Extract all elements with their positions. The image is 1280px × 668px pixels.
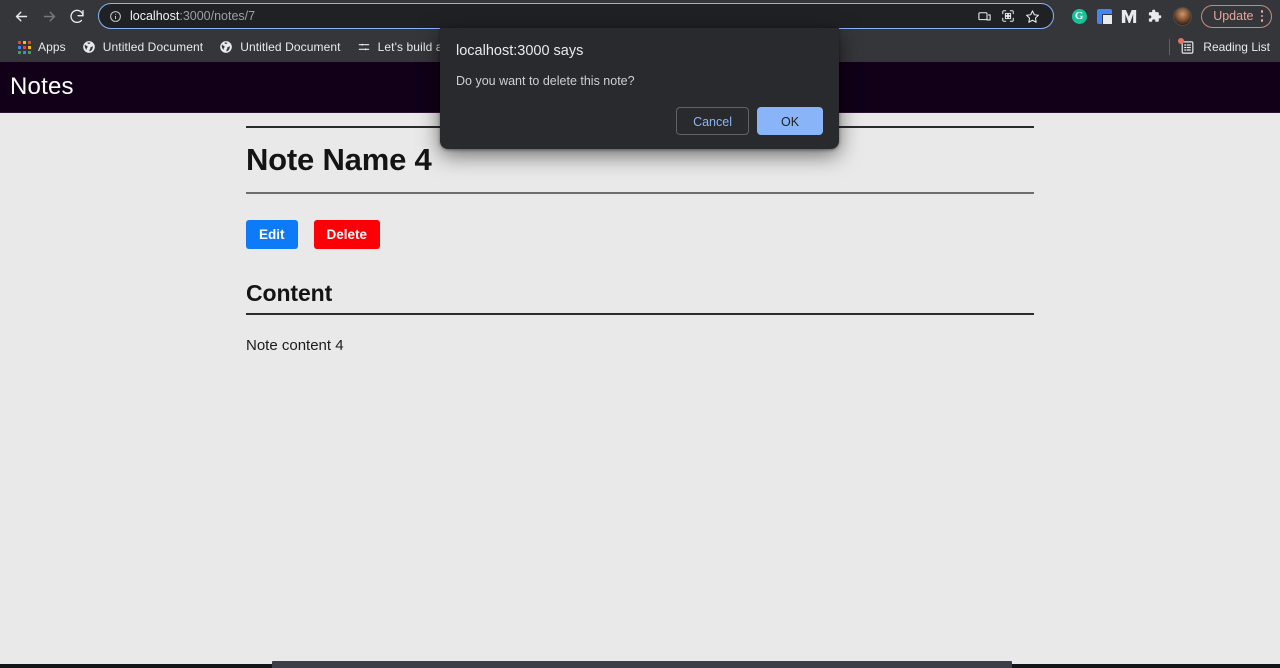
star-icon[interactable] [1021, 5, 1043, 27]
page-viewport: Notes Note Name 4 Edit Delete Content No… [0, 62, 1280, 657]
omnibox-actions [973, 5, 1043, 27]
medium-extension-icon[interactable] [1120, 7, 1138, 25]
window-bottom-edge [0, 657, 1280, 668]
update-button[interactable]: Update [1201, 4, 1272, 28]
back-arrow-icon[interactable] [8, 3, 34, 29]
app-brand-title: Notes [10, 73, 74, 100]
reading-list-icon-wrap [1178, 37, 1195, 55]
edit-button[interactable]: Edit [246, 219, 298, 250]
bookmark-apps[interactable]: Apps [10, 37, 74, 57]
globe-icon [82, 41, 95, 53]
qr-code-icon[interactable] [997, 5, 1019, 27]
bookmark-untitled-document-1-label: Untitled Document [102, 40, 204, 54]
update-button-label: Update [1213, 9, 1254, 23]
url-path: :3000/notes/7 [179, 9, 256, 23]
divider-below-title [246, 191, 1034, 194]
kebab-menu-icon[interactable] [1259, 10, 1266, 22]
grammarly-extension-icon[interactable]: G [1070, 7, 1088, 25]
dialog-cancel-button[interactable]: Cancel [676, 106, 749, 135]
cast-icon[interactable] [973, 5, 995, 27]
reading-list-icon [358, 43, 369, 51]
bookmark-apps-label: Apps [38, 40, 66, 54]
apps-grid-icon [18, 40, 31, 54]
delete-button[interactable]: Delete [313, 219, 381, 250]
content-heading: Content [246, 280, 333, 307]
forward-arrow-icon[interactable] [36, 3, 62, 29]
profile-avatar[interactable] [1173, 6, 1193, 26]
dialog-actions: Cancel OK [456, 106, 823, 135]
note-action-buttons: Edit Delete [246, 219, 1034, 250]
dialog-origin-text: localhost:3000 says [456, 43, 584, 59]
divider-below-content-heading [246, 313, 1034, 316]
reading-list-notification-dot [1178, 37, 1185, 44]
bookmark-untitled-document-1[interactable]: Untitled Document [74, 37, 211, 57]
note-content-body: Note content 4 [246, 337, 344, 355]
dialog-message-text: Do you want to delete this note? [456, 73, 635, 88]
extensions-puzzle-icon[interactable] [1145, 7, 1163, 25]
extensions-strip: G [1062, 6, 1193, 26]
address-bar[interactable]: localhost:3000/notes/7 [98, 3, 1055, 29]
reload-icon[interactable] [64, 3, 90, 29]
reading-list-button[interactable]: Reading List [1159, 37, 1270, 55]
grammarly-glyph: G [1071, 8, 1087, 24]
note-detail-container: Note Name 4 Edit Delete Content Note con… [246, 126, 1034, 356]
address-bar-url[interactable]: localhost:3000/notes/7 [130, 9, 961, 23]
reading-list-label: Reading List [1203, 40, 1270, 54]
globe-icon [220, 41, 233, 53]
info-circle-icon[interactable] [109, 10, 122, 23]
javascript-confirm-dialog: localhost:3000 says Do you want to delet… [440, 28, 839, 149]
dialog-ok-button[interactable]: OK [757, 106, 823, 135]
google-translate-extension-icon[interactable] [1095, 7, 1113, 25]
url-host: localhost [130, 9, 180, 23]
bookmark-untitled-document-2[interactable]: Untitled Document [211, 37, 348, 57]
bookmark-untitled-document-2-label: Untitled Document [240, 40, 341, 54]
toolbar-divider [1169, 39, 1171, 55]
